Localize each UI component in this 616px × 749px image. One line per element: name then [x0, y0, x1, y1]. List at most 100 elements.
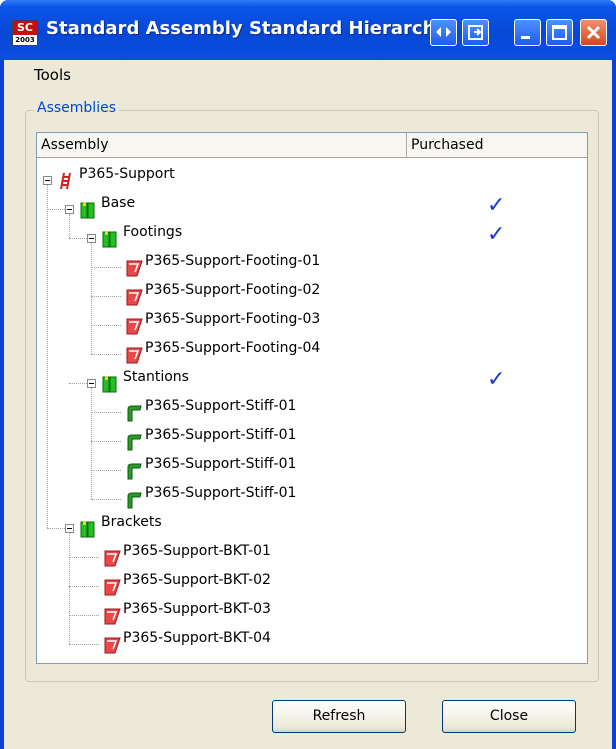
- close-window-button[interactable]: [580, 19, 607, 46]
- app-logo-icon[interactable]: SC 2003: [12, 20, 38, 46]
- minimize-icon: [521, 36, 530, 39]
- plate-part-icon: [104, 637, 121, 654]
- left-right-arrows-icon: [436, 27, 451, 37]
- purchased-check-icon: ✓: [487, 367, 506, 392]
- tree-row[interactable]: P365-Support-Stiff-01: [37, 398, 585, 427]
- tree-connector: [91, 325, 121, 326]
- tree-row[interactable]: P365-Support-Footing-02: [37, 282, 585, 311]
- tree-row[interactable]: P365-Support: [37, 166, 585, 195]
- maximize-button[interactable]: [546, 19, 573, 46]
- tree-row[interactable]: P365-Support-Stiff-01: [37, 427, 585, 456]
- assemblies-group-label: Assemblies: [34, 100, 119, 116]
- tree-connector: [91, 441, 121, 442]
- tree-guide-line: [47, 185, 48, 528]
- plate-part-icon: [104, 608, 121, 625]
- minimize-button[interactable]: [514, 19, 541, 46]
- stiffener-part-icon: [127, 463, 142, 480]
- collapse-toggle-icon[interactable]: [65, 524, 74, 533]
- stiffener-part-icon: [127, 405, 142, 422]
- close-button[interactable]: Close: [442, 700, 576, 733]
- tree-row[interactable]: P365-Support-BKT-01: [37, 543, 585, 572]
- tree-item-label: P365-Support-BKT-04: [123, 630, 271, 646]
- maximize-icon: [552, 25, 567, 40]
- dock-window-icon: [468, 25, 483, 40]
- tree-row[interactable]: P365-Support-Footing-01: [37, 253, 585, 282]
- menu-tools[interactable]: Tools: [34, 66, 71, 84]
- tree-connector: [69, 238, 87, 239]
- tree-item-label: P365-Support-BKT-01: [123, 543, 271, 559]
- tree-item-label: Brackets: [101, 514, 162, 530]
- tree-connector: [91, 354, 121, 355]
- collapse-toggle-icon[interactable]: [87, 234, 96, 243]
- tree-item-label: P365-Support-Footing-04: [145, 340, 321, 356]
- collapse-toggle-icon[interactable]: [65, 205, 74, 214]
- tree-item-label: P365-Support-Stiff-01: [145, 427, 297, 443]
- tree-row[interactable]: Brackets: [37, 514, 585, 543]
- collapse-arrows-button[interactable]: [430, 19, 457, 46]
- close-icon: [586, 25, 601, 40]
- plate-part-icon: [126, 289, 143, 306]
- tree-item-label: P365-Support: [79, 166, 175, 182]
- tree-connector: [91, 499, 121, 500]
- collapse-toggle-icon[interactable]: [87, 379, 96, 388]
- tree-guide-line: [69, 533, 70, 644]
- tree-connector: [69, 383, 87, 384]
- collapse-toggle-icon[interactable]: [43, 176, 52, 185]
- tree-item-label: P365-Support-BKT-03: [123, 601, 271, 617]
- tree-connector: [69, 615, 99, 616]
- plate-part-icon: [126, 318, 143, 335]
- plate-part-icon: [104, 579, 121, 596]
- column-header-purchased[interactable]: Purchased: [407, 133, 587, 158]
- plate-part-icon: [104, 550, 121, 567]
- tree-row[interactable]: P365-Support-Stiff-01: [37, 456, 585, 485]
- tree-item-label: P365-Support-Footing-03: [145, 311, 321, 327]
- ladder-icon: [60, 172, 71, 190]
- purchased-check-icon: ✓: [487, 193, 506, 218]
- tree-row[interactable]: Footings ✓: [37, 222, 585, 253]
- tree-item-label: P365-Support-Footing-01: [145, 253, 321, 269]
- tree-connector: [69, 557, 99, 558]
- plate-part-icon: [126, 347, 143, 364]
- tree-row[interactable]: P365-Support-BKT-04: [37, 630, 585, 659]
- tree-row[interactable]: P365-Support-Footing-04: [37, 340, 585, 369]
- tree-connector: [69, 586, 99, 587]
- app-logo-top: SC: [13, 21, 37, 35]
- tree-row[interactable]: P365-Support-BKT-03: [37, 601, 585, 630]
- assembly-tree[interactable]: Assembly Purchased P365-Support Base ✓ Foot…: [36, 132, 588, 664]
- tree-item-label: Base: [101, 195, 136, 211]
- tree-row[interactable]: Stantions ✓: [37, 367, 585, 398]
- purchased-check-icon: ✓: [487, 222, 506, 247]
- stiffener-part-icon: [127, 492, 142, 509]
- title-bar[interactable]: SC 2003 Standard Assembly Standard Hiera…: [0, 0, 616, 60]
- tree-connector: [47, 209, 65, 210]
- tree-guide-line: [69, 214, 70, 238]
- tree-item-label: P365-Support-Footing-02: [145, 282, 321, 298]
- assembly-icon: [102, 231, 117, 248]
- tree-row[interactable]: P365-Support-Stiff-01: [37, 485, 585, 514]
- tree-item-label: P365-Support-BKT-02: [123, 572, 271, 588]
- plate-part-icon: [126, 260, 143, 277]
- tree-connector: [91, 267, 121, 268]
- tree-row[interactable]: P365-Support-BKT-02: [37, 572, 585, 601]
- tree-row[interactable]: P365-Support-Footing-03: [37, 311, 585, 340]
- dialog-window: SC 2003 Standard Assembly Standard Hiera…: [0, 0, 616, 749]
- tree-connector: [91, 296, 121, 297]
- column-header-assembly[interactable]: Assembly: [37, 133, 407, 158]
- tree-item-label: Stantions: [123, 369, 189, 385]
- tree-row[interactable]: Base ✓: [37, 193, 585, 224]
- tree-connector: [69, 644, 99, 645]
- tree-item-label: P365-Support-Stiff-01: [145, 485, 297, 501]
- tree-connector: [47, 528, 65, 529]
- tree-connector: [91, 412, 121, 413]
- refresh-button[interactable]: Refresh: [272, 700, 406, 733]
- tree-item-label: Footings: [123, 224, 183, 240]
- tree-guide-line: [91, 243, 92, 354]
- assembly-icon: [102, 376, 117, 393]
- window-title: Standard Assembly Standard Hierarchy: [46, 18, 448, 39]
- assembly-icon: [80, 202, 95, 219]
- tree-item-label: P365-Support-Stiff-01: [145, 456, 297, 472]
- tree-guide-line: [91, 388, 92, 499]
- dock-button[interactable]: [462, 19, 489, 46]
- assembly-icon: [80, 521, 95, 538]
- tree-connector: [91, 470, 121, 471]
